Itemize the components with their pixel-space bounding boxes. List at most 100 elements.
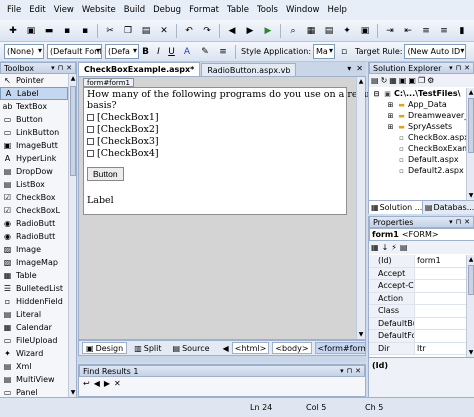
properties-scrollbar[interactable]: ▲ ▼ xyxy=(466,255,474,357)
design-label[interactable]: Label xyxy=(87,195,114,206)
menu-table[interactable]: Table xyxy=(223,0,253,20)
expander-icon[interactable] xyxy=(386,144,395,153)
paste-icon[interactable]: ▤ xyxy=(139,24,153,38)
toolbox-item-pointer[interactable]: ↖ Pointer xyxy=(0,74,68,87)
navigate-forward-icon[interactable]: ▶ xyxy=(243,24,257,38)
breadcrumb-form[interactable]: <form#form1> xyxy=(314,342,365,354)
property-pages-icon[interactable]: ▤ xyxy=(400,243,408,252)
copy-website-icon[interactable]: ❐ xyxy=(418,76,425,85)
property-value[interactable] xyxy=(415,268,466,280)
tree-node[interactable]: ▫ CheckBox.aspx xyxy=(369,132,469,143)
comment-icon[interactable]: ≡ xyxy=(419,24,433,38)
toolbox-item-multiview[interactable]: ▤ MultiView xyxy=(0,373,68,386)
auto-hide-icon[interactable]: ⊓ xyxy=(456,218,461,226)
menu-window[interactable]: Window xyxy=(282,0,324,20)
font-size-dropdown[interactable]: (Defa xyxy=(105,44,139,59)
object-browser-icon[interactable]: ▣ xyxy=(358,24,372,38)
checkbox-2[interactable]: [CheckBox2] xyxy=(87,124,159,135)
toolbox-item-wizard[interactable]: ✦ Wizard xyxy=(0,347,68,360)
undo-icon[interactable]: ↶ xyxy=(182,24,196,38)
properties-icon[interactable]: ▤ xyxy=(371,76,379,85)
uncomment-icon[interactable]: ≡ xyxy=(437,24,451,38)
menu-file[interactable]: File xyxy=(3,0,25,20)
tab-solution-explorer[interactable]: ▦ Solution ... xyxy=(369,201,423,214)
toolbox-item-textbox[interactable]: ab TextBox xyxy=(0,100,68,113)
save-all-icon[interactable]: ▪ xyxy=(78,24,92,38)
scroll-up-icon[interactable]: ▲ xyxy=(467,88,474,97)
property-value[interactable]: form1 xyxy=(415,255,466,267)
design-button[interactable]: Button xyxy=(87,167,124,181)
scroll-up-icon[interactable]: ▲ xyxy=(357,77,365,86)
font-name-dropdown[interactable]: (Default Font xyxy=(47,44,102,59)
style-application-dropdown[interactable]: Ma xyxy=(313,44,336,59)
toolbox-scrollbar[interactable]: ▲ ▼ xyxy=(68,74,76,397)
checkbox-1[interactable]: [CheckBox1] xyxy=(87,112,159,123)
properties-icon[interactable]: ▤ xyxy=(322,24,336,38)
expander-icon[interactable]: ⊟ xyxy=(372,89,381,98)
pin-icon[interactable]: ▾ xyxy=(449,64,453,72)
property-value[interactable] xyxy=(415,305,466,317)
toolbox-item-linkbutton[interactable]: ▭ LinkButton xyxy=(0,126,68,139)
expander-icon[interactable]: ⊞ xyxy=(386,122,395,131)
cut-icon[interactable]: ✂ xyxy=(103,24,117,38)
pin-icon[interactable]: ▾ xyxy=(449,218,453,226)
close-icon[interactable]: ✕ xyxy=(464,218,470,226)
expander-icon[interactable] xyxy=(386,133,395,142)
solution-explorer-icon[interactable]: ▦ xyxy=(304,24,318,38)
checkbox-4[interactable]: [CheckBox4] xyxy=(87,148,159,159)
source-view-button[interactable]: ▤ Source xyxy=(169,342,214,354)
pin-icon[interactable]: ▾ xyxy=(51,64,55,72)
property-value[interactable]: ltr xyxy=(415,343,466,355)
tree-node[interactable]: ▫ Default2.aspx xyxy=(369,165,466,176)
toolbox-icon[interactable]: ✦ xyxy=(340,24,354,38)
previous-result-icon[interactable]: ◀ xyxy=(94,379,100,388)
close-icon[interactable]: ✕ xyxy=(355,367,361,375)
bold-button[interactable]: B xyxy=(139,47,152,57)
property-value[interactable] xyxy=(415,280,466,292)
redo-icon[interactable]: ↷ xyxy=(200,24,214,38)
toolbox-item-hyperlink[interactable]: A HyperLink xyxy=(0,152,68,165)
view-code-icon[interactable]: ▣ xyxy=(399,76,407,85)
property-row[interactable]: Accept-Ch xyxy=(369,280,466,293)
categorized-icon[interactable]: ▦ xyxy=(371,243,379,252)
auto-hide-icon[interactable]: ⊓ xyxy=(456,64,461,72)
underline-button[interactable]: U xyxy=(165,47,178,57)
refresh-icon[interactable]: ↻ xyxy=(381,76,388,85)
toolbox-item-radiobutt[interactable]: ◉ RadioButt xyxy=(0,217,68,230)
design-view-button[interactable]: ▣ Design xyxy=(82,342,128,354)
italic-button[interactable]: I xyxy=(152,47,165,57)
next-result-icon[interactable]: ▶ xyxy=(104,379,110,388)
menu-view[interactable]: View xyxy=(50,0,78,20)
alphabetical-icon[interactable]: ↓ xyxy=(382,243,389,252)
scroll-down-icon[interactable]: ▼ xyxy=(69,388,76,397)
property-row[interactable]: Class xyxy=(369,305,466,318)
property-value[interactable] xyxy=(415,318,466,330)
property-row[interactable]: DefaultFoc xyxy=(369,330,466,343)
solution-scrollbar[interactable]: ▲ ▼ xyxy=(466,88,474,200)
tree-node[interactable]: ▫ Default.aspx xyxy=(369,154,466,165)
toolbox-item-button[interactable]: ▭ Button xyxy=(0,113,68,126)
highlight-icon[interactable]: ✎ xyxy=(198,45,212,59)
add-item-icon[interactable]: ▣ xyxy=(24,24,38,38)
design-surface[interactable]: form#form1 How many of the following pro… xyxy=(78,76,383,340)
save-icon[interactable]: ▪ xyxy=(60,24,74,38)
menu-edit[interactable]: Edit xyxy=(25,0,49,20)
delete-icon[interactable]: ✕ xyxy=(157,24,171,38)
checkbox-3[interactable]: [CheckBox3] xyxy=(87,136,159,147)
close-document-icon[interactable]: ✕ xyxy=(356,64,363,73)
view-designer-icon[interactable]: ▣ xyxy=(408,76,416,85)
nest-files-icon[interactable]: ▦ xyxy=(389,76,397,85)
new-project-icon[interactable]: ✚ xyxy=(6,24,20,38)
breadcrumb-body[interactable]: <body> xyxy=(272,342,312,354)
menu-help[interactable]: Help xyxy=(323,0,350,20)
toolbox-item-panel[interactable]: ▭ Panel xyxy=(0,386,68,397)
tree-node[interactable]: ⊞ ▬ SpryAssets xyxy=(369,121,466,132)
bookmark-icon[interactable]: ▮ xyxy=(455,24,469,38)
toolbox-item-fileupload[interactable]: ▭ FileUpload xyxy=(0,334,68,347)
scrollbar-thumb[interactable] xyxy=(468,265,474,295)
expander-icon[interactable] xyxy=(386,166,395,175)
toolbox-item-dropdow[interactable]: ▤ DropDow xyxy=(0,165,68,178)
tree-node[interactable]: ⊞ ▬ App_Data xyxy=(369,99,466,110)
toolbox-item-listbox[interactable]: ▤ ListBox xyxy=(0,178,68,191)
close-icon[interactable]: ✕ xyxy=(66,64,72,72)
